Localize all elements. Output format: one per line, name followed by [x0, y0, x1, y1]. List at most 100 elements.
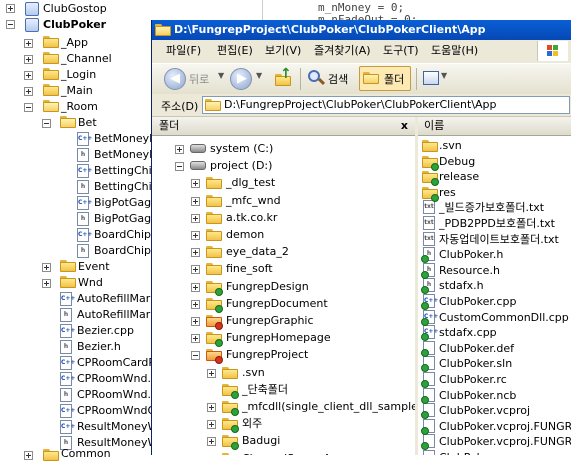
menu-tools[interactable]: 도구(T) [383, 40, 419, 62]
menu-help[interactable]: 도움말(H) [431, 40, 478, 62]
expander[interactable] [42, 119, 51, 128]
folder-tree-item[interactable]: Badugi [152, 433, 415, 449]
folder-tree-item[interactable]: eye_data_2 [152, 244, 415, 260]
title-bar[interactable]: D:\FungrepProject\ClubPoker\ClubPokerCli… [152, 20, 571, 40]
tree-item[interactable]: CPRoomCardPo [77, 355, 161, 371]
file-list-item[interactable]: C++CustomCommonDll.cpp [418, 310, 571, 325]
folder-tree-item[interactable]: _단축폴더 [152, 382, 415, 398]
search-button[interactable]: 검색 [305, 67, 355, 91]
tree-item[interactable]: CPRoomWnd.c [77, 371, 157, 387]
tree-item[interactable]: _Room [61, 99, 98, 115]
folder-tree-item[interactable]: a.tk.co.kr [152, 210, 415, 226]
expand-icon[interactable] [207, 420, 216, 429]
menu-view[interactable]: 보기(V) [265, 40, 301, 62]
expand-icon[interactable] [191, 179, 200, 188]
expand-icon[interactable] [191, 300, 200, 309]
forward-button[interactable]: ▶ [230, 68, 252, 90]
views-button[interactable]: ▼ [421, 68, 451, 90]
expander[interactable] [24, 87, 33, 96]
back-button[interactable]: ◀ [164, 68, 186, 90]
tree-item[interactable]: BettingChip [94, 163, 159, 179]
tree-item[interactable]: BigPotGage [94, 195, 158, 211]
tree-item[interactable]: BetMoneyIn [94, 147, 159, 163]
file-list-item[interactable]: txt_빌드증가보호폴더.txt [418, 200, 571, 215]
expand-icon[interactable] [191, 214, 200, 223]
tree-item[interactable]: Event [78, 259, 110, 275]
expander[interactable] [24, 39, 33, 48]
tree-item[interactable]: Common [61, 446, 111, 462]
file-list-item[interactable]: C++stdafx.cpp [418, 325, 571, 340]
tree-item[interactable]: Bet [78, 115, 97, 131]
expander[interactable] [42, 279, 51, 288]
up-folder-button[interactable]: ↑ [272, 68, 294, 90]
folder-tree-item[interactable]: _mfc_wnd [152, 193, 415, 209]
folder-tree-item[interactable]: FungrepGraphic [152, 313, 415, 329]
column-header-name[interactable]: 이름 [418, 117, 571, 136]
file-list-item[interactable]: res [418, 185, 571, 200]
file-list-item[interactable]: ClubPoker.def [418, 341, 571, 356]
file-list-item[interactable]: ClubPoker.rc [418, 372, 571, 387]
folder-tree-item[interactable]: FungrepDocument [152, 296, 415, 312]
folder-tree-item[interactable]: ChannelServerApp [152, 451, 415, 455]
file-list-item[interactable]: hClubPoker.h [418, 247, 571, 262]
expander[interactable] [24, 55, 33, 64]
expand-icon[interactable] [207, 369, 216, 378]
file-list-item[interactable]: ClubPoker.ncb [418, 388, 571, 403]
tree-item[interactable]: BigPotGage [94, 211, 158, 227]
close-icon[interactable]: x [401, 117, 408, 135]
file-list-item[interactable]: ClubPoker.sln [418, 356, 571, 371]
file-list-item[interactable]: Debug [418, 154, 571, 169]
file-list-item[interactable]: .svn [418, 138, 571, 153]
tree-item[interactable]: BetMoneyIn [94, 131, 159, 147]
folder-tree-item[interactable]: system (C:) [152, 141, 415, 157]
expander[interactable] [24, 71, 33, 80]
expand-icon[interactable] [191, 317, 200, 326]
tree-item[interactable]: AutoRefillMark. [77, 291, 160, 307]
expand-icon[interactable] [191, 334, 200, 343]
menu-file[interactable]: 파일(F) [166, 40, 201, 62]
tree-item[interactable]: Bezier.cpp [77, 323, 134, 339]
chevron-down-icon[interactable]: ▼ [256, 71, 262, 80]
expand-icon[interactable] [207, 437, 216, 446]
back-label[interactable]: 뒤로 [189, 71, 209, 87]
tree-item[interactable]: BoardChipF [94, 227, 157, 243]
folder-tree-item[interactable]: .svn [152, 365, 415, 381]
folder-tree-item[interactable]: FungrepDesign [152, 279, 415, 295]
tree-item[interactable]: BoardChipF [94, 243, 157, 259]
file-list-item[interactable]: release [418, 169, 571, 184]
collapse-icon[interactable] [191, 351, 200, 360]
expander[interactable] [24, 451, 33, 460]
expander[interactable] [24, 103, 33, 112]
file-list-item[interactable]: ClubPoker.vcproj [418, 403, 571, 418]
expand-icon[interactable] [191, 197, 200, 206]
folder-tree-item[interactable]: FungrepProject [152, 347, 415, 363]
folders-button[interactable]: 폴더 [359, 66, 411, 91]
expander[interactable] [42, 263, 51, 272]
tree-item[interactable]: ClubPoker [43, 17, 106, 33]
expand-icon[interactable] [175, 145, 184, 154]
chevron-down-icon[interactable]: ▼ [218, 71, 224, 80]
folder-tree-item[interactable]: fine_soft [152, 261, 415, 277]
folder-tree-item[interactable]: _dlg_test [152, 175, 415, 191]
folder-tree-item[interactable]: FungrepHomepage [152, 330, 415, 346]
collapse-icon[interactable] [175, 162, 184, 171]
expand-icon[interactable] [191, 231, 200, 240]
tree-item[interactable]: ClubGostop [43, 1, 107, 17]
file-list-item[interactable]: ClubPoker.vcproj.FUNGREP [418, 419, 571, 434]
expander[interactable] [6, 20, 15, 29]
tree-item[interactable]: Bezier.h [77, 339, 121, 355]
expand-icon[interactable] [207, 403, 216, 412]
folder-tree-item[interactable]: demon [152, 227, 415, 243]
tree-item[interactable]: CPRoomWnd.h [77, 387, 158, 403]
tree-item[interactable]: _App [61, 35, 88, 51]
expander[interactable] [6, 4, 15, 13]
menu-edit[interactable]: 편집(E) [217, 40, 253, 62]
folder-tree-item[interactable]: project (D:) [152, 158, 415, 174]
file-list-item[interactable]: txt자동업데이트보호폴더.txt [418, 232, 571, 247]
tree-item[interactable]: _Login [61, 67, 96, 83]
expand-icon[interactable] [191, 248, 200, 257]
address-input[interactable]: D:\FungrepProject\ClubPoker\ClubPokerCli… [202, 96, 570, 114]
file-list-item[interactable]: hstdafx.h [418, 278, 571, 293]
file-list-item[interactable]: ClubPoker.vcproj.FUNGREP [418, 434, 571, 449]
tree-item[interactable]: _Channel [61, 51, 112, 67]
